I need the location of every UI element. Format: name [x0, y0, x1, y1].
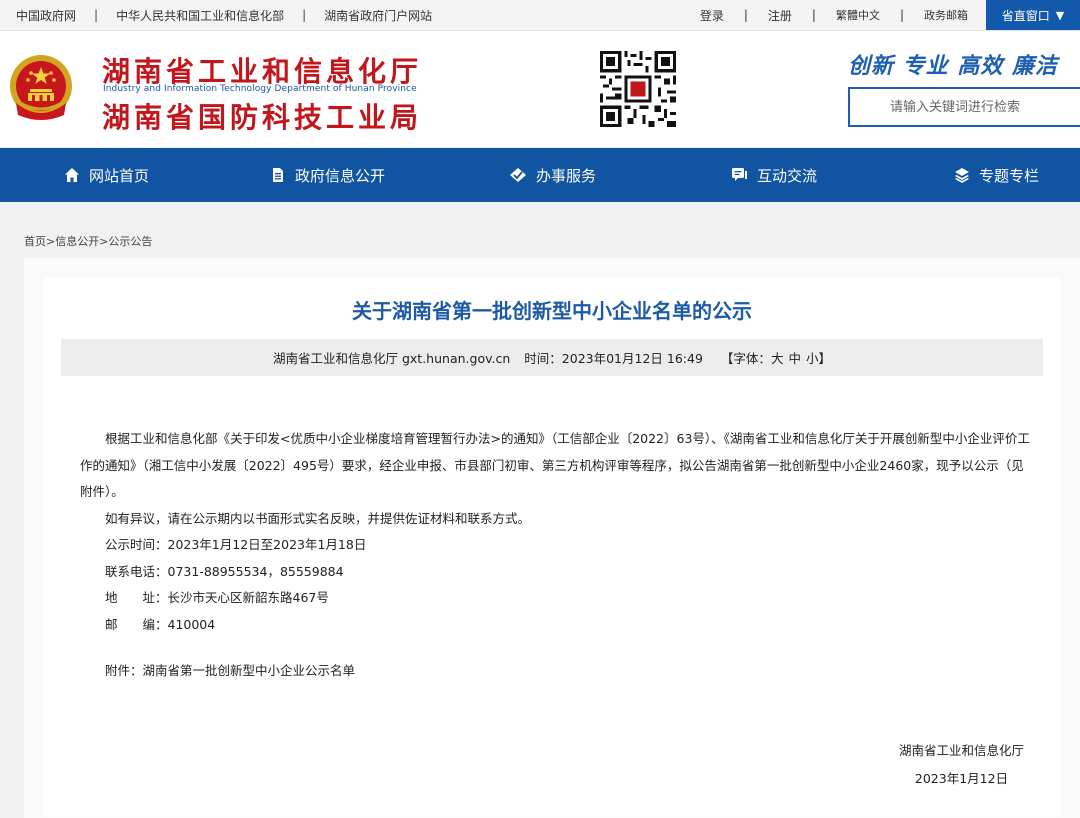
- page-title: 关于湖南省第一批创新型中小企业名单的公示: [352, 299, 752, 323]
- article-body: 根据工业和信息化部《关于印发<优质中小企业梯度培育管理暂行办法>的通知》（工信部…: [80, 426, 1030, 638]
- traditional-chinese-link[interactable]: 繁體中文: [836, 7, 880, 23]
- contact-phone: 联系电话：0731-88955534，85559884: [105, 563, 344, 579]
- site-header: 湖南省工业和信息化厅 Industry and Information Tech…: [0, 31, 1080, 147]
- contact-postcode: 邮 编：410004: [105, 616, 216, 632]
- link-hunan-gov[interactable]: 湖南省政府门户网站: [324, 7, 432, 24]
- font-size-medium-button[interactable]: 中: [788, 348, 801, 367]
- nav-home-label: 网站首页: [89, 166, 150, 185]
- font-size-small-button[interactable]: 小: [806, 348, 819, 367]
- contact-address: 地 址：长沙市天心区新韶东路467号: [105, 590, 329, 605]
- document-icon: [273, 168, 283, 182]
- search-input[interactable]: [850, 89, 1080, 125]
- article-meta-bar: 湖南省工业和信息化厅 gxt.hunan.gov.cn 时间： 2023年01月…: [61, 339, 1043, 376]
- main-nav: 网站首页 政府信息公开 办事服务 互动交流 专题专栏: [0, 148, 1080, 202]
- announcement-period: 公示时间：2023年1月12日至2023年1月18日: [105, 537, 367, 552]
- province-window-dropdown[interactable]: 省直窗口 ▼: [986, 0, 1080, 30]
- home-icon: [65, 168, 79, 182]
- chevron-down-icon: ▼: [1055, 8, 1065, 22]
- nav-interaction[interactable]: 互动交流: [731, 148, 817, 202]
- register-link[interactable]: 注册: [768, 7, 792, 24]
- logo-english: Industry and Information Technology Depa…: [103, 84, 417, 94]
- link-gov-cn[interactable]: 中国政府网: [16, 7, 76, 24]
- font-size-label: 【字体：: [720, 351, 771, 366]
- publish-time: 2023年01月12日 16:49: [561, 351, 703, 366]
- nav-interaction-label: 互动交流: [757, 166, 818, 185]
- attachment-line: 附件：湖南省第一批创新型中小企业公示名单: [105, 660, 355, 679]
- nav-special-topics[interactable]: 专题专栏: [954, 148, 1039, 202]
- divider: |: [899, 8, 904, 22]
- font-size-large-button[interactable]: 大: [771, 348, 784, 367]
- publish-time-label: 时间：: [524, 351, 562, 366]
- divider: |: [94, 8, 99, 22]
- nav-services[interactable]: 办事服务: [509, 148, 596, 202]
- attachment-link[interactable]: 湖南省第一批创新型中小企业公示名单: [143, 663, 356, 678]
- logo-title-2: 湖南省国防科技工业局: [102, 101, 423, 134]
- attachment-label: 附件：: [105, 663, 143, 678]
- nav-home[interactable]: 网站首页: [64, 148, 149, 202]
- paragraph-main: 根据工业和信息化部《关于印发<优质中小企业梯度培育管理暂行办法>的通知》（工信部…: [80, 431, 1030, 499]
- article-source: 湖南省工业和信息化厅 gxt.hunan.gov.cn: [273, 351, 511, 366]
- national-emblem-icon: [10, 55, 72, 120]
- search-box[interactable]: [848, 87, 1080, 127]
- service-diamond-icon: [510, 168, 526, 182]
- paragraph-objection: 如有异议，请在公示期内以书面形式实名反映，并提供佐证材料和联系方式。: [105, 510, 531, 526]
- font-size-bracket: 】: [818, 351, 831, 366]
- divider: |: [743, 8, 748, 22]
- gov-mail-link[interactable]: 政务邮箱: [924, 7, 968, 23]
- nav-gov-info[interactable]: 政府信息公开: [270, 148, 385, 202]
- signature-block: 湖南省工业和信息化厅 2023年1月12日: [899, 737, 1024, 793]
- signature-org: 湖南省工业和信息化厅: [898, 743, 1024, 758]
- divider: |: [811, 8, 816, 22]
- breadcrumb[interactable]: 首页>信息公开>公示公告: [24, 233, 152, 249]
- qr-code-icon: [600, 51, 676, 127]
- nav-gov-info-label: 政府信息公开: [295, 166, 386, 185]
- chat-icon: [732, 168, 747, 181]
- link-miit[interactable]: 中华人民共和国工业和信息化部: [116, 7, 284, 24]
- slogan: 创新 专业 高效 廉洁: [848, 54, 1058, 79]
- login-link[interactable]: 登录: [700, 7, 724, 24]
- divider: |: [302, 8, 307, 22]
- top-bar: 中国政府网 | 中华人民共和国工业和信息化部 | 湖南省政府门户网站 登录 | …: [0, 0, 1080, 31]
- signature-date: 2023年1月12日: [914, 771, 1009, 786]
- layers-icon: [955, 168, 969, 183]
- province-window-label: 省直窗口: [1001, 8, 1050, 23]
- nav-special-topics-label: 专题专栏: [979, 166, 1040, 185]
- nav-services-label: 办事服务: [536, 166, 597, 185]
